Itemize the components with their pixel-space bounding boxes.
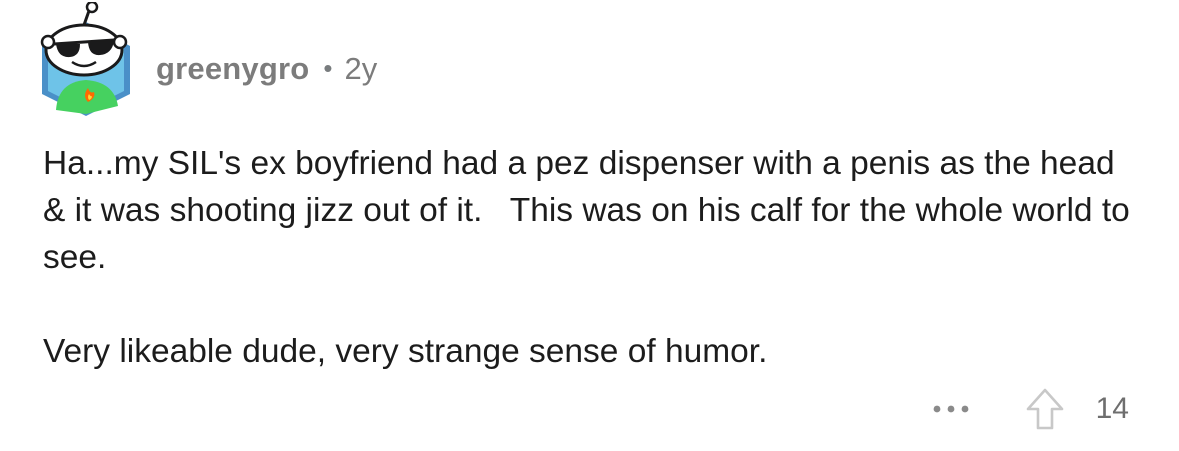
- comment-meta: greenygro • 2y: [156, 50, 377, 88]
- snoo-avatar-icon: [40, 0, 130, 116]
- comment-actions: 14: [927, 384, 1129, 434]
- comment-paragraph: Ha...my SIL's ex boyfriend had a pez dis…: [43, 145, 1140, 276]
- comment: greenygro • 2y Ha...my SIL's ex boyfrien…: [0, 0, 1179, 451]
- user-avatar[interactable]: [34, 0, 138, 116]
- upvote-arrow-icon: [1026, 388, 1064, 430]
- more-options-icon: [933, 405, 969, 413]
- comment-age: 2y: [344, 51, 378, 86]
- meta-separator: •: [323, 52, 333, 83]
- author-username[interactable]: greenygro: [156, 51, 309, 87]
- comment-body: Ha...my SIL's ex boyfriend had a pez dis…: [43, 140, 1143, 375]
- upvote-button[interactable]: [1023, 386, 1067, 432]
- more-options-button[interactable]: [927, 389, 975, 429]
- comment-paragraph: Very likeable dude, very strange sense o…: [43, 333, 768, 370]
- vote-score: 14: [1095, 392, 1129, 425]
